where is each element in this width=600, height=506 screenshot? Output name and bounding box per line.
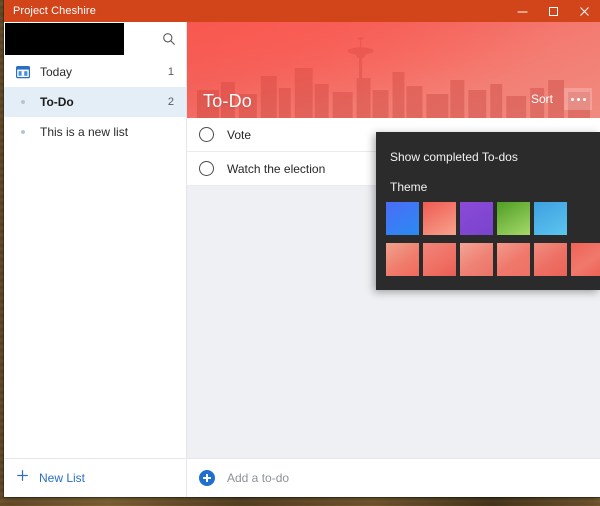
theme-photo-3[interactable] xyxy=(460,243,493,276)
window-body: Today 1 To-Do 2 This is a new list xyxy=(4,22,600,497)
theme-swatch-salmon[interactable] xyxy=(423,202,456,235)
close-button[interactable] xyxy=(569,0,600,22)
page-title: To-Do xyxy=(203,91,252,112)
theme-section-label: Theme xyxy=(376,174,600,202)
todo-checkbox[interactable] xyxy=(199,127,214,142)
theme-photo-5[interactable] xyxy=(534,243,567,276)
header-actions: Sort xyxy=(526,88,592,110)
sidebar-item-today[interactable]: Today 1 xyxy=(4,57,186,87)
sidebar-item-this-is-a-new-list[interactable]: This is a new list xyxy=(4,117,186,147)
todo-checkbox[interactable] xyxy=(199,161,214,176)
sidebar: Today 1 To-Do 2 This is a new list xyxy=(4,22,187,497)
title-bar: Project Cheshire xyxy=(4,0,600,22)
theme-photo-4[interactable] xyxy=(497,243,530,276)
theme-photo-1[interactable] xyxy=(386,243,419,276)
theme-photo-6[interactable] xyxy=(571,243,600,276)
add-todo-input[interactable] xyxy=(227,471,600,485)
sidebar-item-label: Today xyxy=(34,65,162,79)
new-list-button[interactable]: New List xyxy=(4,458,186,497)
sort-button[interactable]: Sort xyxy=(526,88,558,110)
theme-solid-colors xyxy=(376,202,600,235)
app-window: Project Cheshire xyxy=(4,0,600,497)
more-options-icon[interactable] xyxy=(564,88,592,110)
theme-photo-thumbnails xyxy=(376,243,600,276)
search-field-redaction xyxy=(5,23,124,55)
search-icon[interactable] xyxy=(152,22,186,56)
calendar-today-icon xyxy=(12,65,34,79)
list-dot-icon xyxy=(12,130,34,134)
theme-swatch-green[interactable] xyxy=(497,202,530,235)
search-row xyxy=(4,22,186,56)
window-title: Project Cheshire xyxy=(4,5,96,17)
minimize-button[interactable] xyxy=(507,0,538,22)
sidebar-item-count: 1 xyxy=(162,66,174,78)
sidebar-item-count: 2 xyxy=(162,96,174,108)
sidebar-item-to-do[interactable]: To-Do 2 xyxy=(4,87,186,117)
list-nav: Today 1 To-Do 2 This is a new list xyxy=(4,56,186,458)
todo-label: Vote xyxy=(214,128,251,142)
show-completed-todos-item[interactable]: Show completed To-dos xyxy=(376,144,600,174)
main-panel: To-Do Sort Vote Watch the election xyxy=(187,22,600,497)
theme-photo-2[interactable] xyxy=(423,243,456,276)
theme-swatch-purple[interactable] xyxy=(460,202,493,235)
sidebar-item-label: To-Do xyxy=(34,95,162,109)
maximize-button[interactable] xyxy=(538,0,569,22)
circle-plus-icon xyxy=(199,470,215,486)
add-todo-bar[interactable] xyxy=(187,458,600,497)
new-list-label: New List xyxy=(29,471,85,485)
sidebar-item-label: This is a new list xyxy=(34,125,168,139)
plus-icon xyxy=(16,469,29,487)
theme-swatch-blue[interactable] xyxy=(386,202,419,235)
theme-swatch-lightblue[interactable] xyxy=(534,202,567,235)
options-flyout-menu: Show completed To-dos Theme xyxy=(376,132,600,290)
list-dot-icon xyxy=(12,100,34,104)
todo-label: Watch the election xyxy=(214,162,325,176)
list-header: To-Do Sort xyxy=(187,22,600,118)
